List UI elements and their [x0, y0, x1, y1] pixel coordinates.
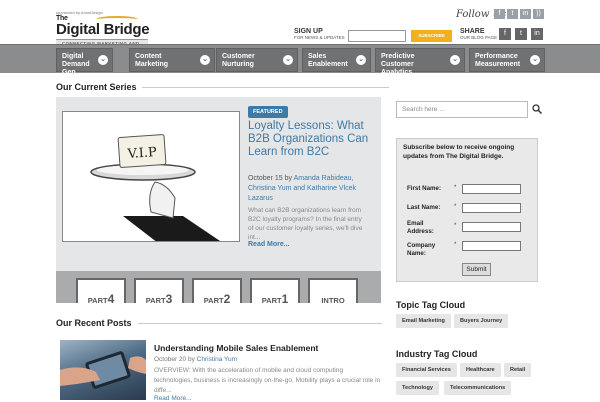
email-field[interactable] — [462, 222, 521, 232]
linkedin-icon[interactable]: in — [520, 9, 531, 19]
featured-image[interactable]: V.I.P — [62, 111, 240, 242]
signup-subtitle: FOR NEWS & UPDATES — [294, 35, 345, 40]
first-name-field[interactable] — [462, 184, 521, 194]
tag-technology[interactable]: Technology — [396, 381, 439, 395]
required-mark: * — [454, 242, 457, 248]
current-series-title: Our Current Series — [56, 82, 137, 92]
site-logo[interactable]: sponsored by AnonDesign The Digital Brid… — [56, 10, 150, 55]
chevron-down-icon: ⌄ — [450, 55, 460, 65]
submit-button[interactable]: Submit — [462, 263, 491, 276]
featured-post-meta: October 15 by Amanda Rabideau, Christina… — [248, 174, 373, 204]
recent-post-excerpt: OVERVIEW: With the acceleration of mobil… — [154, 367, 381, 394]
required-mark: * — [454, 204, 457, 210]
tablet-hand-illustration — [60, 351, 146, 389]
recent-post-title[interactable]: Understanding Mobile Sales Enablement — [154, 343, 318, 353]
series-tab-intro[interactable]: INTRO — [308, 278, 358, 305]
facebook-icon[interactable]: f — [494, 9, 505, 19]
recent-post-author[interactable]: Christina Yum — [197, 356, 237, 363]
tag-financial-services[interactable]: Financial Services — [396, 363, 457, 377]
first-name-label: First Name: — [407, 185, 442, 192]
signup-title: SIGN UP — [294, 28, 323, 35]
company-name-label: Company Name: — [407, 242, 436, 257]
tag-buyers-journey[interactable]: Buyers Journey — [454, 314, 509, 328]
part-prefix: PART — [261, 296, 282, 305]
section-divider — [142, 87, 389, 88]
featured-read-more-link[interactable]: Read More... — [248, 241, 290, 248]
part-prefix: PART — [203, 296, 224, 305]
nav-item-customer-nurturing[interactable]: Customer Nurturing ⌄ — [216, 48, 298, 72]
email-label: Email Address: — [407, 220, 434, 235]
search-icon[interactable] — [532, 104, 542, 114]
series-tab-part-4[interactable]: PART4 — [76, 278, 126, 306]
industry-tag-cloud-title: Industry Tag Cloud — [396, 349, 478, 359]
featured-post-by: by — [284, 175, 292, 182]
section-divider — [138, 323, 382, 324]
required-mark: * — [454, 185, 457, 191]
featured-badge: FEATURED — [248, 106, 288, 118]
vip-card-text: V.I.P — [126, 145, 157, 162]
signup-email-input[interactable] — [348, 30, 406, 42]
chevron-down-icon: ⌄ — [98, 55, 108, 65]
tag-email-marketing[interactable]: Email Marketing — [396, 314, 451, 328]
signup-label: SIGN UP FOR NEWS & UPDATES — [294, 28, 345, 40]
last-name-field[interactable] — [462, 203, 521, 213]
recent-posts-title: Our Recent Posts — [56, 318, 132, 328]
chevron-down-icon: ⌄ — [356, 55, 366, 65]
recent-post-date: October 20 — [154, 356, 187, 363]
topic-tag-cloud-title: Topic Tag Cloud — [396, 300, 466, 310]
part-number: 1 — [281, 292, 289, 306]
share-title: SHARE — [460, 28, 485, 35]
part-prefix: PART — [87, 296, 108, 305]
featured-post-date: October 15 — [248, 175, 283, 182]
chevron-down-icon: ⌄ — [200, 55, 210, 65]
part-prefix: PART — [145, 296, 166, 305]
subscribe-form-heading: Subscribe below to receive ongoing updat… — [403, 144, 515, 160]
share-twitter-icon[interactable]: t — [515, 28, 527, 40]
nav-item-sales-enablement[interactable]: Sales Enablement ⌄ — [302, 48, 371, 72]
subscribe-button[interactable]: SUBSCRIBE — [411, 30, 452, 42]
share-facebook-icon[interactable]: f — [499, 28, 511, 40]
nav-item-content-marketing[interactable]: Content Marketing ⌄ — [129, 48, 215, 72]
nav-item-label: Customer Nurturing — [222, 53, 255, 68]
share-subtitle: OUR BLOG PAGE — [460, 35, 498, 40]
chevron-down-icon: ⌄ — [283, 55, 293, 65]
vip-tray-illustration: V.I.P — [63, 112, 239, 241]
rss-icon[interactable]: )) — [533, 9, 544, 19]
tag-healthcare[interactable]: Healthcare — [460, 363, 501, 377]
last-name-label: Last Name: — [407, 204, 441, 211]
main-nav: Digital Demand Gen ⌄ Content Marketing ⌄… — [0, 44, 600, 76]
recent-post-by: by — [187, 356, 195, 363]
series-tab-part-3[interactable]: PART3 — [134, 278, 184, 306]
post-thumbnail[interactable] — [60, 340, 146, 400]
series-tab-part-2[interactable]: PART2 — [192, 278, 242, 306]
nav-item-digital-demand-gen[interactable]: Digital Demand Gen ⌄ — [56, 48, 113, 76]
share-label: SHARE OUR BLOG PAGE — [460, 28, 497, 40]
chevron-down-icon: ⌄ — [530, 55, 540, 65]
company-name-field[interactable] — [462, 241, 521, 251]
series-tab-part-1[interactable]: PART1 — [250, 278, 300, 306]
required-mark: * — [454, 223, 457, 229]
tag-telecommunications[interactable]: Telecommunications — [444, 381, 512, 395]
featured-post-excerpt: What can B2B organizations learn from B2… — [248, 207, 363, 241]
featured-post-title[interactable]: Loyalty Lessons: What B2B Organizations … — [248, 120, 376, 159]
search-input[interactable]: Search here ... — [396, 101, 528, 118]
nav-item-label: Predictive Customer Analytics — [381, 53, 415, 76]
part-number: 2 — [223, 292, 231, 306]
logo-swoosh — [96, 16, 138, 23]
twitter-icon[interactable]: t — [507, 9, 518, 19]
nav-item-label: Content Marketing — [135, 53, 169, 68]
part-number: 3 — [165, 292, 173, 306]
recent-post-meta: October 20 by Christina Yum — [154, 356, 237, 363]
part-prefix: INTRO — [321, 296, 345, 305]
site-header: sponsored by AnonDesign The Digital Brid… — [0, 0, 600, 55]
nav-item-performance-measurement[interactable]: Performance Measurement ⌄ — [469, 48, 545, 72]
tag-retail[interactable]: Retail — [504, 363, 532, 377]
nav-item-label: Sales Enablement — [308, 53, 348, 68]
nav-item-label: Performance Measurement — [475, 53, 521, 68]
share-linkedin-icon[interactable]: in — [531, 28, 543, 40]
logo-brand-name: Digital Bridge — [56, 21, 150, 38]
recent-post-read-more[interactable]: Read More... — [154, 395, 192, 402]
part-number: 4 — [107, 292, 115, 306]
nav-item-predictive-customer-analytics[interactable]: Predictive Customer Analytics ⌄ — [375, 48, 465, 76]
